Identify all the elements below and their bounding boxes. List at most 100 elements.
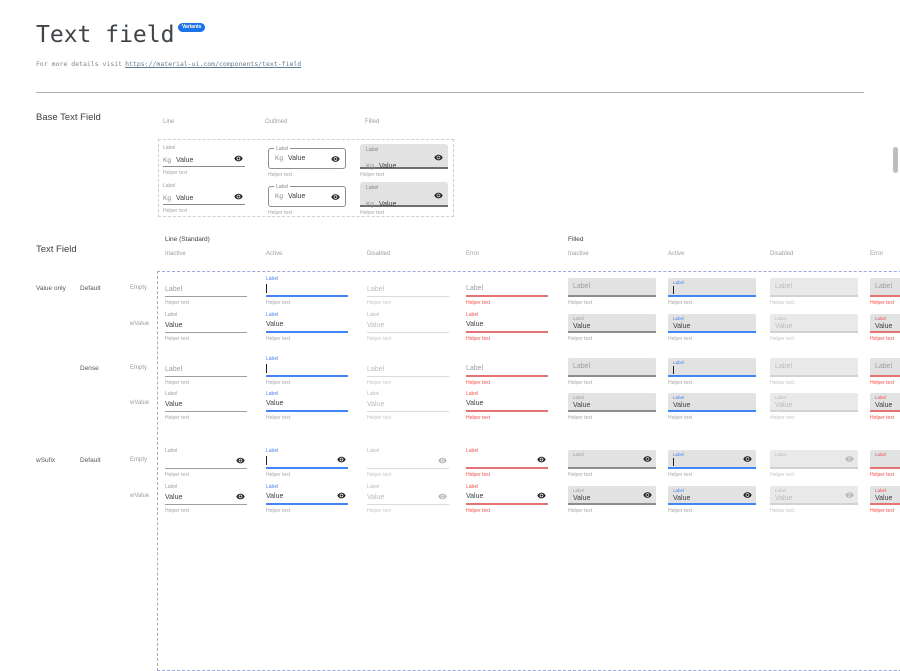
field-prefix: Kg xyxy=(163,157,171,166)
field-input[interactable]: LabelValue xyxy=(870,314,900,333)
field-input[interactable]: Value xyxy=(266,491,348,505)
field-input[interactable]: LabelKgValue xyxy=(360,144,448,169)
eye-icon[interactable] xyxy=(331,192,340,201)
field-input[interactable] xyxy=(466,455,548,469)
eye-icon[interactable] xyxy=(438,456,447,465)
field-input[interactable]: Label xyxy=(165,283,247,297)
field-input[interactable]: Value xyxy=(367,319,449,333)
field-input[interactable]: Value xyxy=(165,398,247,412)
row-category-label: Value only xyxy=(36,285,66,292)
text-field-grid-container: LabelHelper textLabelHelper textLabelHel… xyxy=(157,271,900,671)
field-value: Value xyxy=(466,320,483,331)
text-field: LabelValueHelper text xyxy=(367,388,449,421)
field-input[interactable]: LabelValue xyxy=(668,486,756,505)
text-field: LabelKgValue Helper text xyxy=(268,144,346,178)
field-input[interactable] xyxy=(266,455,348,469)
field-input[interactable]: LabelValue xyxy=(668,314,756,333)
field-helper: Helper text xyxy=(870,336,900,342)
field-input[interactable]: Value xyxy=(266,319,348,333)
field-label: Label xyxy=(573,486,651,493)
field-input[interactable]: Label xyxy=(466,363,548,377)
field-input[interactable]: LabelValue xyxy=(770,393,858,412)
field-input[interactable]: Value xyxy=(165,491,247,505)
field-input[interactable] xyxy=(266,363,348,377)
field-input[interactable] xyxy=(266,283,348,297)
field-value: Value xyxy=(165,493,182,504)
field-input[interactable]: LabelValue xyxy=(568,393,656,412)
field-input[interactable]: Value xyxy=(367,398,449,412)
field-prefix: Kg xyxy=(366,163,374,170)
field-input[interactable]: Label xyxy=(870,278,900,297)
row-variant-label: Default xyxy=(80,457,101,464)
field-helper: Helper text xyxy=(165,508,247,514)
text-field: LabelHelper text xyxy=(367,273,449,306)
field-input[interactable]: LabelValue xyxy=(770,486,858,505)
field-input[interactable]: Label xyxy=(466,283,548,297)
field-input[interactable]: LabelValue xyxy=(568,314,656,333)
eye-icon[interactable] xyxy=(537,491,546,500)
field-input[interactable]: Value xyxy=(466,398,548,412)
eye-icon[interactable] xyxy=(743,490,752,499)
field-input[interactable]: Value xyxy=(165,319,247,333)
field-input[interactable]: LabelValue xyxy=(668,393,756,412)
field-input[interactable]: Label xyxy=(770,450,858,469)
field-input[interactable]: Label xyxy=(668,278,756,297)
field-helper: Helper text xyxy=(466,472,548,478)
field-input[interactable]: LabelValue xyxy=(870,486,900,505)
field-input[interactable]: Label xyxy=(770,358,858,377)
material-ui-link[interactable]: https://material-ui.com/components/text-… xyxy=(125,60,301,68)
eye-icon[interactable] xyxy=(743,454,752,463)
field-input[interactable]: Value xyxy=(466,491,548,505)
field-label: Label xyxy=(274,184,290,190)
eye-icon[interactable] xyxy=(236,492,245,501)
field-input[interactable]: LabelKgValue xyxy=(268,186,346,207)
eye-icon[interactable] xyxy=(845,490,854,499)
field-label: Label xyxy=(266,312,278,318)
field-label: Label xyxy=(673,486,751,493)
field-input[interactable]: Label xyxy=(568,358,656,377)
eye-icon[interactable] xyxy=(434,191,443,200)
field-input[interactable]: Label xyxy=(367,363,449,377)
field-input[interactable]: LabelKgValue xyxy=(360,182,448,207)
eye-icon[interactable] xyxy=(236,456,245,465)
field-input[interactable]: Value xyxy=(466,319,548,333)
eye-icon[interactable] xyxy=(331,154,340,163)
eye-icon[interactable] xyxy=(537,455,546,464)
eye-icon[interactable] xyxy=(643,454,652,463)
field-label: Label xyxy=(163,183,175,189)
field-input[interactable]: Label xyxy=(367,283,449,297)
field-input[interactable]: KgValue xyxy=(163,190,245,205)
field-input[interactable]: LabelValue xyxy=(870,393,900,412)
field-input[interactable]: Label xyxy=(568,450,656,469)
field-input[interactable] xyxy=(367,455,449,469)
field-value: Value xyxy=(573,401,651,410)
eye-icon[interactable] xyxy=(234,154,243,163)
field-input[interactable]: KgValue xyxy=(163,152,245,167)
field-label: Label xyxy=(165,285,182,296)
field-input[interactable]: Label xyxy=(165,363,247,377)
scrollbar-thumb[interactable] xyxy=(893,147,898,173)
eye-icon[interactable] xyxy=(434,153,443,162)
field-prefix: Kg xyxy=(275,155,283,162)
field-input[interactable]: Label xyxy=(870,358,900,377)
field-input[interactable]: Value xyxy=(266,398,348,412)
field-input[interactable]: LabelValue xyxy=(770,314,858,333)
eye-icon[interactable] xyxy=(643,490,652,499)
field-input[interactable]: Value xyxy=(367,491,449,505)
field-input[interactable]: Label xyxy=(568,278,656,297)
row-modifier-label: Empty xyxy=(130,285,147,291)
eye-icon[interactable] xyxy=(845,454,854,463)
eye-icon[interactable] xyxy=(337,491,346,500)
field-label: Label xyxy=(875,450,900,457)
field-input[interactable]: Label xyxy=(870,450,900,469)
field-input[interactable]: LabelKgValue xyxy=(268,148,346,169)
field-input[interactable]: Label xyxy=(770,278,858,297)
field-input[interactable] xyxy=(165,455,247,469)
field-input[interactable]: LabelValue xyxy=(568,486,656,505)
field-input[interactable]: Label xyxy=(668,450,756,469)
field-input[interactable]: Label xyxy=(668,358,756,377)
field-helper: Helper text xyxy=(268,172,346,178)
eye-icon[interactable] xyxy=(234,192,243,201)
eye-icon[interactable] xyxy=(337,455,346,464)
eye-icon[interactable] xyxy=(438,492,447,501)
